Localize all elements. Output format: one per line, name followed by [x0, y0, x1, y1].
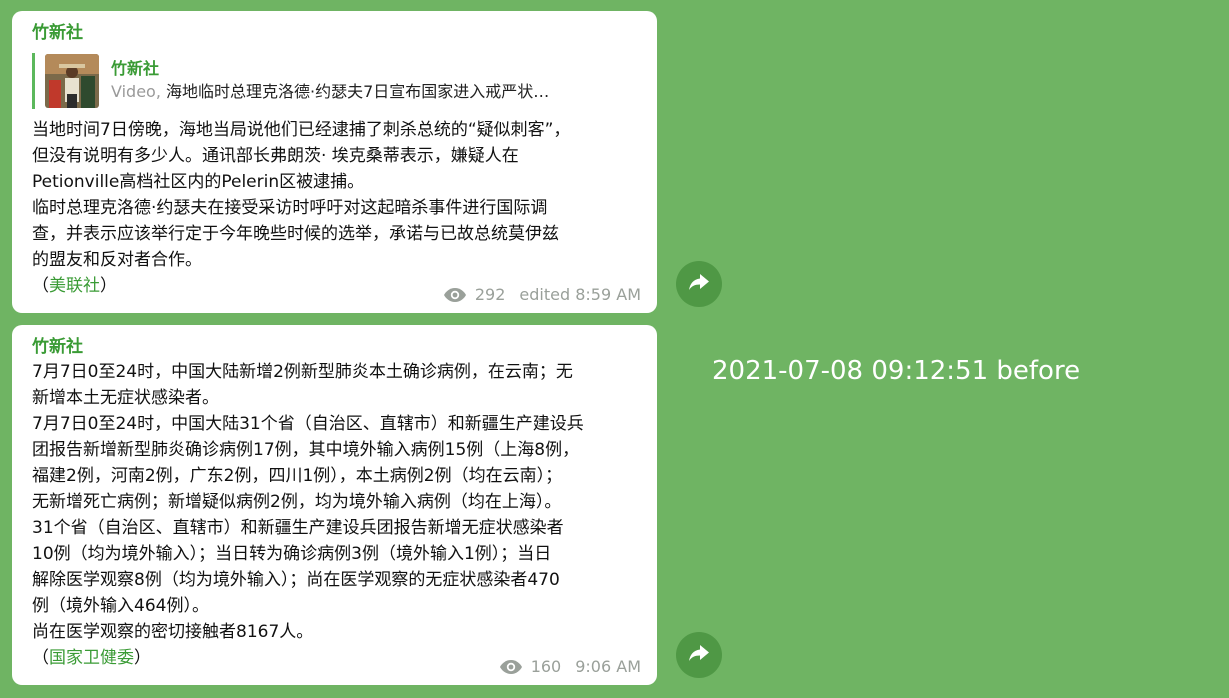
text-line: 7月7日0至24时，中国大陆新增2例新型肺炎本土确诊病例，在云南；无 — [32, 362, 573, 382]
message-meta: 292 edited 8:59 AM — [443, 285, 641, 305]
source-link[interactable]: 国家卫健委 — [49, 648, 134, 668]
overlay-timestamp: 2021-07-08 09:12:51 before — [712, 356, 1081, 386]
text-line: 7月7日0至24时，中国大陆31个省（自治区、直辖市）和新疆生产建设兵 — [32, 414, 584, 434]
source-paren-close: ） — [134, 648, 151, 668]
share-button[interactable] — [676, 261, 722, 307]
text-line: 当地时间7日傍晚，海地当局说他们已经逮捕了刺杀总统的“疑似刺客”， — [32, 120, 571, 140]
message-time: 9:06 AM — [575, 657, 641, 676]
source-paren-close: ） — [100, 276, 117, 296]
text-line: 的盟友和反对者合作。 — [32, 250, 202, 270]
eye-icon — [499, 659, 523, 675]
text-line: 新增本土无症状感染者。 — [32, 388, 219, 408]
text-line: 10例（均为境外输入）；当日转为确诊病例3例（境外输入1例）；当日 — [32, 544, 552, 564]
text-line: 解除医学观察8例（均为境外输入）；尚在医学观察的无症状感染者470 — [32, 570, 560, 590]
source-paren-open: （ — [32, 648, 49, 668]
share-arrow-icon — [688, 643, 710, 667]
text-line: 团报告新增新型肺炎确诊病例17例，其中境外输入病例15例（上海8例， — [32, 440, 580, 460]
text-line: Petionville高档社区内的Pelerin区被逮捕。 — [32, 172, 365, 192]
text-line: 福建2例，河南2例，广东2例，四川1例），本土病例2例（均在云南）； — [32, 466, 563, 486]
reply-snippet: 海地临时总理克洛德·约瑟夫7日宣布国家进入戒严状… — [160, 82, 550, 101]
share-arrow-icon — [688, 272, 710, 296]
message-time: edited 8:59 AM — [519, 285, 641, 304]
reply-preview[interactable]: 竹新社 Video, 海地临时总理克洛德·约瑟夫7日宣布国家进入戒严状… — [32, 53, 641, 109]
reply-author: 竹新社 — [111, 59, 160, 78]
message-meta: 160 9:06 AM — [499, 657, 641, 677]
channel-name[interactable]: 竹新社 — [32, 21, 641, 45]
eye-icon — [443, 287, 467, 303]
text-line: 无新增死亡病例；新增疑似病例2例，均为境外输入病例（均在上海）。 — [32, 492, 562, 512]
view-count: 160 — [530, 657, 562, 676]
message-text: 7月7日0至24时，中国大陆新增2例新型肺炎本土确诊病例，在云南；无 新增本土无… — [32, 359, 641, 671]
message-bubble[interactable]: 竹新社 竹新社 Video, 海地临时总理克洛德·约瑟夫7日宣布国家进入戒严状…… — [12, 11, 657, 313]
text-line: 尚在医学观察的密切接触者8167人。 — [32, 622, 314, 642]
source-link[interactable]: 美联社 — [49, 276, 100, 296]
message-bubble[interactable]: 竹新社 7月7日0至24时，中国大陆新增2例新型肺炎本土确诊病例，在云南；无 新… — [12, 325, 657, 685]
text-line: 但没有说明有多少人。通讯部长弗朗茨· 埃克桑蒂表示，嫌疑人在 — [32, 146, 519, 166]
message-text: 当地时间7日傍晚，海地当局说他们已经逮捕了刺杀总统的“疑似刺客”， 但没有说明有… — [32, 117, 641, 299]
share-button[interactable] — [676, 632, 722, 678]
text-line: 临时总理克洛德·约瑟夫在接受采访时呼吁对这起暗杀事件进行国际调 — [32, 198, 548, 218]
video-thumbnail[interactable] — [45, 54, 99, 108]
text-line: 例（境外输入464例）。 — [32, 596, 209, 616]
source-paren-open: （ — [32, 276, 49, 296]
channel-name[interactable]: 竹新社 — [32, 335, 641, 359]
text-line: 31个省（自治区、直辖市）和新疆生产建设兵团报告新增无症状感染者 — [32, 518, 564, 538]
view-count: 292 — [474, 285, 506, 304]
reply-media-type: Video, — [111, 82, 161, 101]
reply-preview-text: Video, 海地临时总理克洛德·约瑟夫7日宣布国家进入戒严状… — [111, 80, 549, 104]
text-line: 查，并表示应该举行定于今年晚些时候的选举，承诺与已故总统莫伊兹 — [32, 224, 559, 244]
